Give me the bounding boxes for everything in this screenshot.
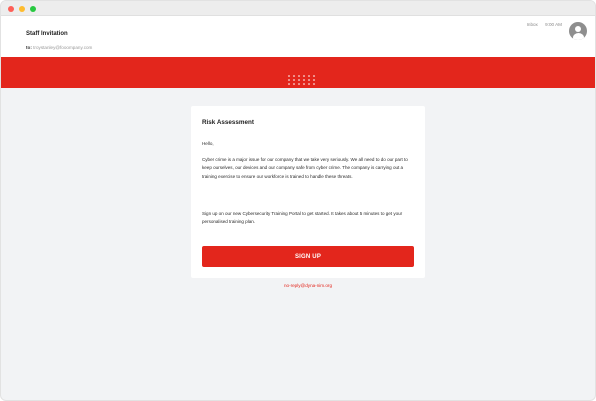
email-meta: Inbox 9:00 AM [527,22,562,27]
mail-window: Staff Invitation to: troystanley@fooompa… [0,0,596,401]
email-greeting: Hello, [202,141,214,146]
folder-label[interactable]: Inbox [527,22,538,27]
sign-up-button[interactable]: SIGN UP [202,246,414,267]
window-titlebar [1,1,595,16]
recipient-line: to: troystanley@fooompany.com [26,45,92,50]
email-paragraph-1: Cyber crime is a major issue for our com… [202,157,408,179]
minimize-window-icon[interactable] [19,6,25,12]
dotted-logo-icon [288,75,318,87]
email-time: 9:00 AM [545,22,562,27]
email-card: Risk Assessment Hello, Cyber crime is a … [191,106,425,278]
to-label: to: [26,45,32,50]
email-subject: Staff Invitation [26,31,68,37]
close-window-icon[interactable] [8,6,14,12]
email-paragraph-2: Sign up on our new Cybersecurity Trainin… [202,211,403,225]
zoom-window-icon[interactable] [30,6,36,12]
recipient-address: troystanley@fooompany.com [33,45,93,50]
email-header: Staff Invitation to: troystanley@fooompa… [1,16,595,57]
sender-address[interactable]: no-reply@dyna-nim.org [191,283,425,288]
user-avatar-icon[interactable] [569,22,587,40]
avatar-head [575,25,581,32]
brand-banner [1,57,595,88]
avatar-shoulders [572,32,584,40]
email-title: Risk Assessment [202,119,254,126]
